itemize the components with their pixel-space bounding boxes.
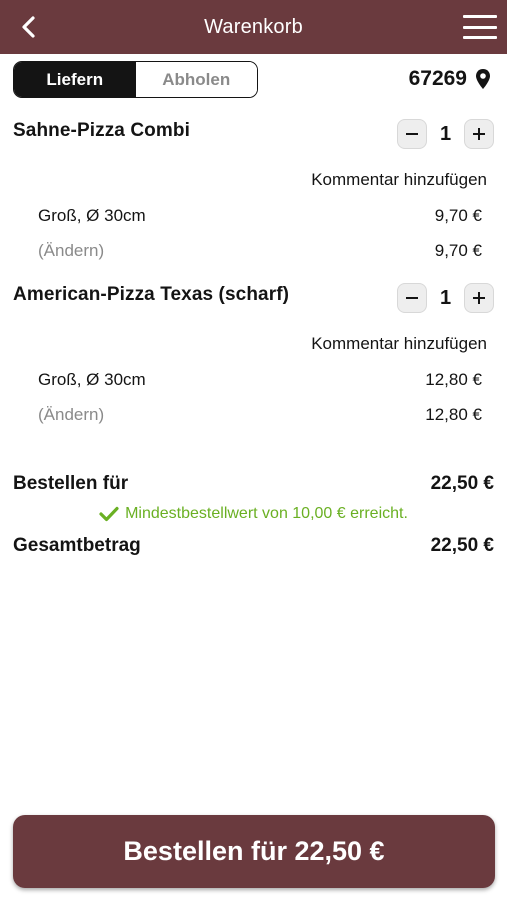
order-for-value: 22,50 € [430,473,494,494]
min-order-text: Mindestbestellwert von 10,00 € erreicht. [125,505,408,522]
quantity-value: 1 [439,122,452,145]
cart-screen: Warenkorb Liefern Abholen 67269 Sahne-Pi… [0,0,507,900]
quantity-stepper: 1 [397,119,494,149]
page-title: Warenkorb [204,15,303,38]
add-comment-link[interactable]: Kommentar hinzufügen [311,334,487,354]
item-option-label: Groß, Ø 30cm [38,370,146,389]
decrease-quantity-button[interactable] [397,283,427,313]
decrease-quantity-button[interactable] [397,119,427,149]
minus-icon [406,297,418,299]
item-line-total: 12,80 € [425,405,482,424]
item-option-label: Groß, Ø 30cm [38,206,146,225]
increase-quantity-button[interactable] [464,119,494,149]
app-header: Warenkorb [0,0,507,54]
min-order-note: Mindestbestellwert von 10,00 € erreicht. [0,505,507,523]
location-pin-icon [476,69,490,89]
back-button[interactable] [16,13,42,41]
hamburger-menu-icon[interactable] [463,15,497,39]
plus-icon [473,292,485,304]
minus-icon [406,133,418,135]
toggle-deliver[interactable]: Liefern [14,62,136,97]
grand-total-label: Gesamtbetrag [13,535,141,556]
item-option-price: 9,70 € [434,206,482,225]
grand-total-value: 22,50 € [430,535,494,556]
order-for-label: Bestellen für [13,473,129,494]
cart-item-name: American-Pizza Texas (scharf) [13,284,290,305]
item-option-price: 12,80 € [425,370,482,389]
plus-icon [473,128,485,140]
change-item-link[interactable]: (Ändern) [38,405,104,425]
item-line-total: 9,70 € [434,241,482,260]
toggle-pickup[interactable]: Abholen [135,62,257,97]
place-order-button[interactable]: Bestellen für 22,50 € [13,815,495,888]
back-chevron-icon [22,16,35,38]
change-item-link[interactable]: (Ändern) [38,241,104,261]
checkmark-icon [99,506,119,522]
zip-code: 67269 [408,67,467,90]
quantity-value: 1 [439,286,452,309]
zip-code-selector[interactable]: 67269 [409,64,491,94]
increase-quantity-button[interactable] [464,283,494,313]
cart-item-name: Sahne-Pizza Combi [13,120,190,141]
add-comment-link[interactable]: Kommentar hinzufügen [311,170,487,190]
delivery-mode-toggle: Liefern Abholen [13,61,258,98]
quantity-stepper: 1 [397,283,494,313]
